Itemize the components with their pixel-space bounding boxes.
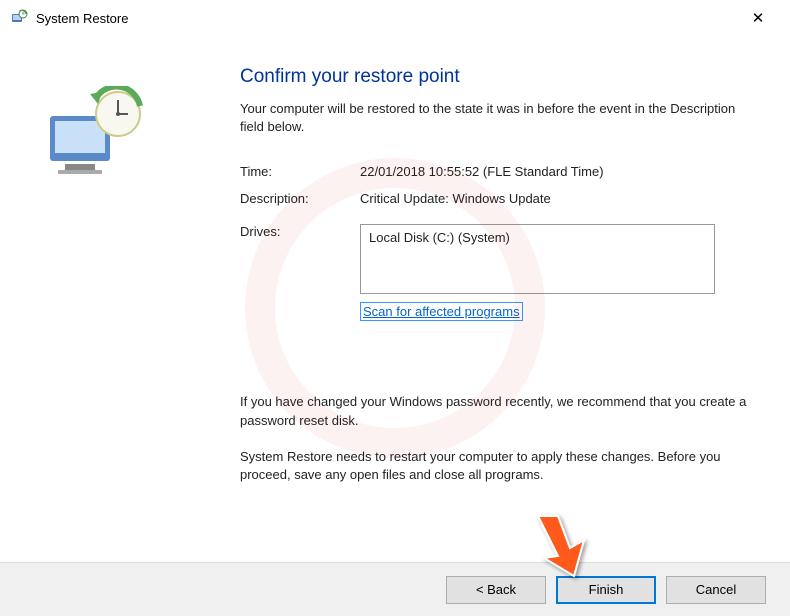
description-value: Critical Update: Windows Update	[360, 191, 551, 206]
description-row: Description: Critical Update: Windows Up…	[240, 191, 750, 206]
close-button[interactable]: ✕	[736, 4, 780, 32]
cancel-button[interactable]: Cancel	[666, 576, 766, 604]
main-panel: Confirm your restore point Your computer…	[240, 46, 750, 546]
footer-buttons: < Back Finish Cancel	[0, 562, 790, 616]
system-restore-large-icon	[40, 86, 160, 186]
system-restore-icon	[10, 9, 28, 27]
drives-value: Local Disk (C:) (System)	[369, 230, 510, 245]
drives-row: Drives: Local Disk (C:) (System) Scan fo…	[240, 224, 750, 321]
sidebar	[20, 46, 240, 546]
time-label: Time:	[240, 164, 360, 179]
restart-note: System Restore needs to restart your com…	[240, 448, 750, 484]
drives-listbox[interactable]: Local Disk (C:) (System)	[360, 224, 715, 294]
content-area: Confirm your restore point Your computer…	[0, 36, 790, 546]
time-value: 22/01/2018 10:55:52 (FLE Standard Time)	[360, 164, 604, 179]
titlebar: System Restore ✕	[0, 0, 790, 36]
scan-affected-link[interactable]: Scan for affected programs	[360, 302, 523, 321]
drives-label: Drives:	[240, 224, 360, 239]
intro-text: Your computer will be restored to the st…	[240, 100, 750, 136]
password-note: If you have changed your Windows passwor…	[240, 393, 750, 429]
window-title: System Restore	[36, 11, 128, 26]
time-row: Time: 22/01/2018 10:55:52 (FLE Standard …	[240, 164, 750, 179]
page-heading: Confirm your restore point	[240, 66, 750, 88]
back-button[interactable]: < Back	[446, 576, 546, 604]
description-label: Description:	[240, 191, 360, 206]
finish-button[interactable]: Finish	[556, 576, 656, 604]
